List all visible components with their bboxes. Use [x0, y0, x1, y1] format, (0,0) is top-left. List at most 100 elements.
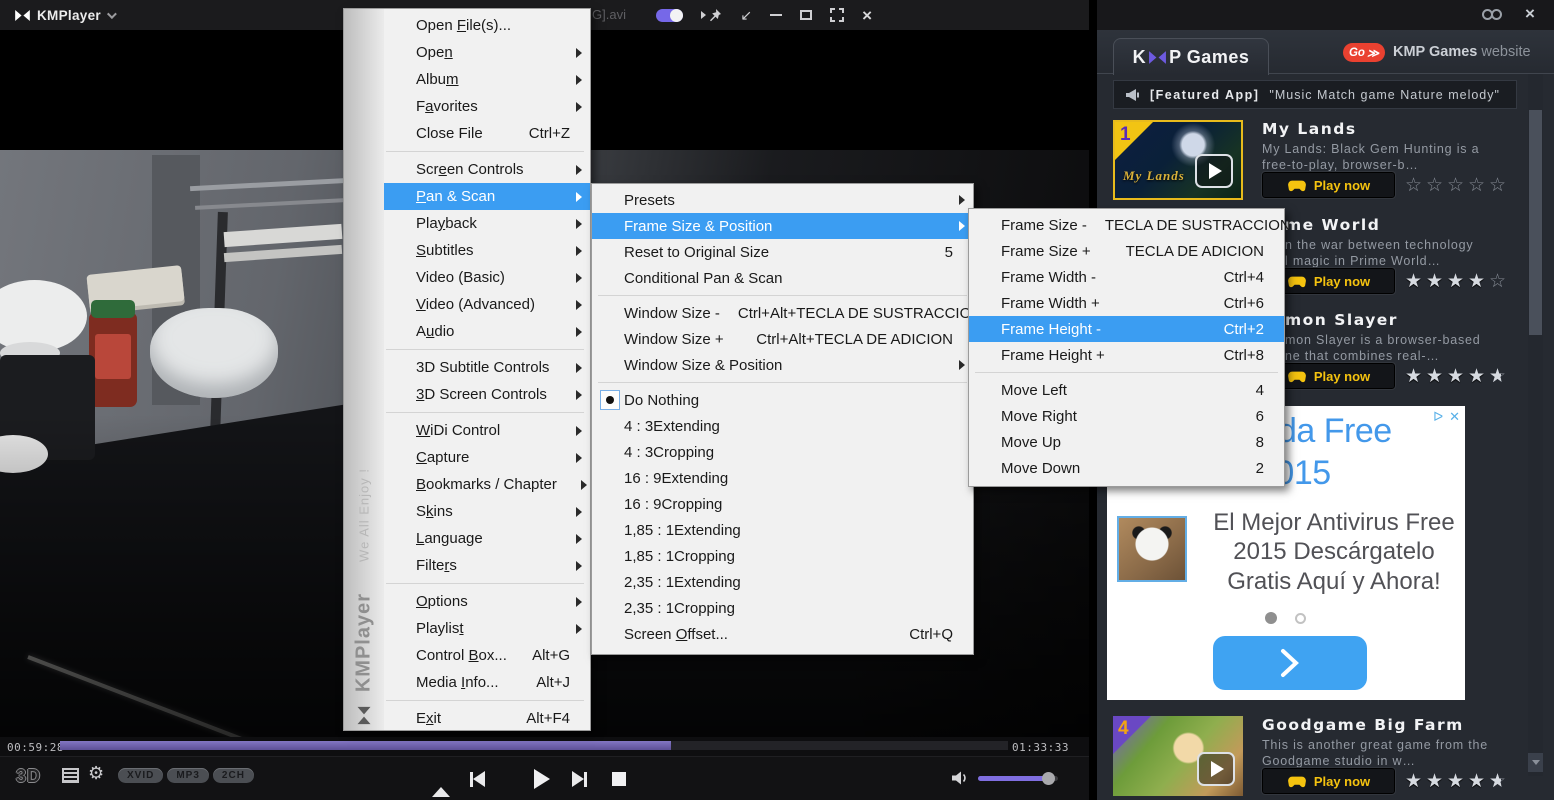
menu-item[interactable]: 2,35 : 1Cropping	[592, 595, 973, 621]
previous-button[interactable]	[470, 771, 485, 787]
menu-item[interactable]: Subtitles	[384, 237, 590, 264]
menu-item[interactable]: Frame Size +TECLA DE ADICION	[969, 238, 1284, 264]
eject-button[interactable]	[432, 770, 450, 788]
menu-item[interactable]: Video (Advanced)	[384, 291, 590, 318]
menu-item[interactable]: Frame Height -Ctrl+2	[969, 316, 1284, 342]
kmp-games-website-link[interactable]: KMP Games website	[1393, 44, 1531, 60]
menu-item[interactable]: Pan & Scan	[384, 183, 590, 210]
menu-item[interactable]: Do Nothing	[592, 387, 973, 413]
scroll-down-button[interactable]	[1528, 753, 1543, 772]
scrollbar[interactable]	[1528, 74, 1543, 776]
menu-item[interactable]: Frame Width +Ctrl+6	[969, 290, 1284, 316]
play-button[interactable]	[534, 769, 550, 789]
menu-item[interactable]: Open	[384, 39, 590, 66]
close-button[interactable]: ×	[862, 7, 872, 24]
game-thumbnail[interactable]: 1 My Lands	[1113, 120, 1243, 200]
menu-item[interactable]: 3D Subtitle Controls	[384, 354, 590, 381]
menu-item[interactable]: 4 : 3Cropping	[592, 439, 973, 465]
volume-knob[interactable]	[1042, 772, 1055, 785]
panel-close-button[interactable]: ×	[1525, 4, 1535, 24]
menu-item[interactable]: Frame Height +Ctrl+8	[969, 342, 1284, 368]
menu-item[interactable]: 16 : 9Extending	[592, 465, 973, 491]
menu-item[interactable]: Filters	[384, 552, 590, 579]
menu-item[interactable]: Window Size +Ctrl+Alt+TECLA DE ADICION	[592, 326, 973, 352]
menu-item[interactable]: Reset to Original Size5	[592, 239, 973, 265]
play-now-button[interactable]: Play now	[1262, 768, 1395, 794]
menu-item[interactable]: 16 : 9Cropping	[592, 491, 973, 517]
menu-item[interactable]: Playback	[384, 210, 590, 237]
menu-item[interactable]: Frame Width -Ctrl+4	[969, 264, 1284, 290]
menu-item[interactable]: 3D Screen Controls	[384, 381, 590, 408]
menu-item[interactable]: Open File(s)...	[384, 12, 590, 39]
menu-item[interactable]: Bookmarks / Chapter	[384, 471, 590, 498]
carousel-dots[interactable]	[1265, 612, 1306, 624]
volume-slider[interactable]	[978, 776, 1058, 781]
app-menu-button[interactable]: KMPlayer	[0, 8, 114, 23]
go-button[interactable]: Go≫	[1343, 43, 1385, 62]
menu-item[interactable]: Media Info...Alt+J	[384, 669, 590, 696]
menu-item[interactable]: Frame Size -TECLA DE SUSTRACCION	[969, 212, 1284, 238]
scene-jar	[89, 312, 137, 407]
menu-item[interactable]: Conditional Pan & Scan	[592, 265, 973, 291]
menu-item[interactable]: ExitAlt+F4	[384, 705, 590, 732]
menu-item[interactable]: Language	[384, 525, 590, 552]
menu-item[interactable]: 4 : 3Extending	[592, 413, 973, 439]
menu-item[interactable]: Video (Basic)	[384, 264, 590, 291]
restore-button[interactable]	[800, 10, 812, 20]
seek-bar[interactable]	[60, 741, 1008, 750]
menu-item[interactable]: Audio	[384, 318, 590, 345]
menu-item[interactable]: Screen Controls	[384, 156, 590, 183]
menu-item[interactable]: Album	[384, 66, 590, 93]
menu-item[interactable]: Move Down2	[969, 455, 1284, 481]
menu-item[interactable]: Screen Offset...Ctrl+Q	[592, 621, 973, 647]
menu-item-shortcut: Ctrl+Alt+TECLA DE ADICION	[738, 331, 953, 348]
menu-item[interactable]: Capture	[384, 444, 590, 471]
minimize-to-corner-icon[interactable]: ↙	[740, 8, 752, 22]
menu-item[interactable]: Move Left4	[969, 377, 1284, 403]
menu-item[interactable]: Move Up8	[969, 429, 1284, 455]
link-icon[interactable]	[1481, 8, 1503, 21]
minimize-button[interactable]	[770, 14, 782, 16]
menu-item[interactable]: Playlist	[384, 615, 590, 642]
playlist-icon[interactable]	[62, 768, 79, 783]
menu-item[interactable]: Options	[384, 588, 590, 615]
video-play-icon[interactable]	[1197, 752, 1235, 786]
menu-item[interactable]: WiDi Control	[384, 417, 590, 444]
video-play-icon[interactable]	[1195, 154, 1233, 188]
tab-kmp-games[interactable]: K P Games	[1113, 38, 1269, 75]
menu-item[interactable]: Move Right6	[969, 403, 1284, 429]
featured-app-bar[interactable]: [Featured App] "Music Match game Nature …	[1113, 80, 1517, 109]
menu-item[interactable]: Window Size & Position	[592, 352, 973, 378]
menu-item-label: 16 : 9Extending	[624, 470, 728, 487]
stop-button[interactable]	[612, 772, 626, 786]
scrollbar-thumb[interactable]	[1529, 110, 1542, 335]
dot-inactive[interactable]	[1295, 613, 1306, 624]
always-on-top-toggle[interactable]	[656, 9, 683, 22]
play-now-button[interactable]: Play now	[1262, 172, 1395, 198]
ad-close-icon[interactable]: ✕	[1449, 409, 1460, 425]
fullscreen-button[interactable]	[830, 8, 844, 22]
menu-item[interactable]: Favorites	[384, 93, 590, 120]
pin-button[interactable]	[701, 8, 722, 22]
panel-titlebar[interactable]: ×	[1097, 0, 1554, 30]
submenu-arrow-icon	[570, 534, 582, 544]
menu-item[interactable]: Presets	[592, 187, 973, 213]
dot-active[interactable]	[1265, 612, 1277, 624]
gear-icon[interactable]: ⚙	[88, 763, 104, 784]
game-thumbnail[interactable]: 4	[1113, 716, 1243, 796]
menu-item[interactable]: 2,35 : 1Extending	[592, 569, 973, 595]
menu-item-label: Window Size & Position	[624, 357, 782, 374]
3d-mode-button[interactable]: 3D	[16, 766, 41, 787]
ad-next-button[interactable]	[1213, 636, 1367, 690]
menu-item[interactable]: Frame Size & Position	[592, 213, 973, 239]
star-empty-icon: ☆	[1447, 174, 1468, 197]
menu-item[interactable]: Window Size -Ctrl+Alt+TECLA DE SUSTRACCI…	[592, 300, 973, 326]
speaker-icon[interactable]	[950, 770, 970, 786]
menu-item[interactable]: Close FileCtrl+Z	[384, 120, 590, 147]
menu-item[interactable]: Skins	[384, 498, 590, 525]
menu-item[interactable]: 1,85 : 1Extending	[592, 517, 973, 543]
menu-item[interactable]: Control Box...Alt+G	[384, 642, 590, 669]
adchoices-icon[interactable]: ᐅ	[1433, 409, 1443, 425]
menu-item[interactable]: 1,85 : 1Cropping	[592, 543, 973, 569]
next-button[interactable]	[572, 771, 587, 787]
